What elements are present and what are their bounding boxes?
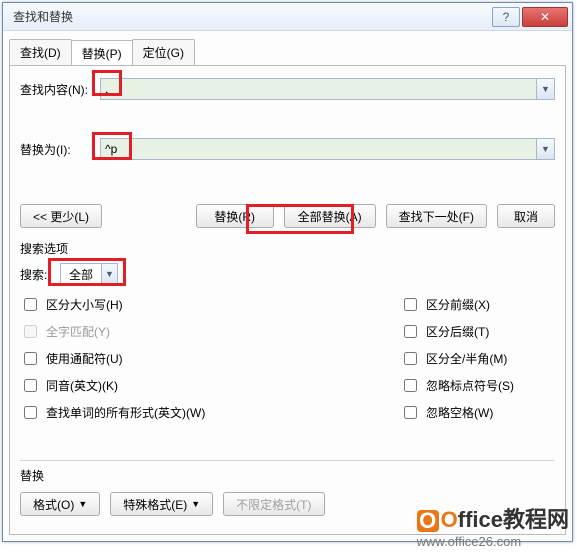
checkbox-columns: 区分大小写(H) 全字匹配(Y) 使用通配符(U) 同音(英文)(K) 查找单词的所有形… [20,295,555,430]
checkbox[interactable] [24,298,37,311]
checkbox-option[interactable]: 忽略标点符号(S) [400,376,555,395]
checkbox-label: 区分大小写(H) [46,296,123,313]
search-direction-select[interactable]: 全部 ▼ [60,263,118,285]
checkbox-label: 全字匹配(Y) [46,323,110,340]
checkbox-option[interactable]: 区分全/半角(M) [400,349,555,368]
no-format-button: 不限定格式(T) [223,492,324,516]
replace-button[interactable]: 替换(R) [196,204,274,228]
titlebar[interactable]: 查找和替换 ? ✕ [3,3,572,31]
find-input[interactable] [100,78,537,100]
close-button[interactable]: ✕ [522,7,568,27]
checkbox-option[interactable]: 查找单词的所有形式(英文)(W) [20,403,400,422]
checkbox[interactable] [404,325,417,338]
checkbox-label: 同音(英文)(K) [46,377,118,394]
checkbox-label: 忽略标点符号(S) [426,377,514,394]
find-dropdown-button[interactable]: ▼ [537,78,555,100]
checkbox[interactable] [24,379,37,392]
checkbox-label: 使用通配符(U) [46,350,123,367]
bottom-section-label: 替换 [20,467,555,484]
client-area: 查找(D) 替换(P) 定位(G) 查找内容(N): ▼ 替换为(I): ▼ [3,31,572,541]
search-direction-button[interactable]: ▼ [101,264,117,284]
window-title: 查找和替换 [7,8,490,25]
checkbox-label: 区分全/半角(M) [426,350,507,367]
checkbox[interactable] [404,379,417,392]
action-buttons: << 更少(L) 替换(R) 全部替换(A) 查找下一处(F) 取消 [20,198,555,236]
replace-label: 替换为(I): [20,141,100,158]
chevron-down-icon: ▼ [78,499,87,509]
checkbox[interactable] [404,298,417,311]
find-row: 查找内容(N): ▼ [20,78,555,100]
tab-replace[interactable]: 替换(P) [71,40,133,66]
find-label: 查找内容(N): [20,81,100,98]
replace-dropdown-button[interactable]: ▼ [537,138,555,160]
chevron-down-icon: ▼ [191,499,200,509]
checkbox-label: 区分后缀(T) [426,323,489,340]
checkbox[interactable] [404,406,417,419]
checkbox-option[interactable]: 区分前缀(X) [400,295,555,314]
format-button-label: 格式(O) [33,496,74,513]
tab-goto[interactable]: 定位(G) [132,39,195,65]
less-button[interactable]: << 更少(L) [20,204,102,228]
tab-find[interactable]: 查找(D) [9,39,72,65]
checkbox-option[interactable]: 区分后缀(T) [400,322,555,341]
checkbox[interactable] [404,352,417,365]
watermark: OOOffice教程网ffice教程网 www.office26.com [417,502,569,549]
checkbox-option[interactable]: 忽略空格(W) [400,403,555,422]
search-label: 搜索: [20,266,60,283]
checkbox[interactable] [24,406,37,419]
replace-row: 替换为(I): ▼ [20,138,555,160]
chevron-down-icon: ▼ [541,144,550,154]
checkbox-option[interactable]: 使用通配符(U) [20,349,400,368]
chevron-down-icon: ▼ [541,84,550,94]
checkbox-option[interactable]: 区分大小写(H) [20,295,400,314]
dialog-window: 查找和替换 ? ✕ 查找(D) 替换(P) 定位(G) 查找内容(N): ▼ 替… [2,2,573,542]
format-button[interactable]: 格式(O) ▼ [20,492,100,516]
tab-strip: 查找(D) 替换(P) 定位(G) [9,39,566,65]
replace-all-button[interactable]: 全部替换(A) [284,204,376,228]
watermark-url: www.office26.com [417,534,569,549]
find-next-button[interactable]: 查找下一处(F) [386,204,487,228]
checkbox-label: 忽略空格(W) [426,404,493,421]
chevron-down-icon: ▼ [105,269,114,279]
special-button-label: 特殊格式(E) [123,496,187,513]
replace-input[interactable] [100,138,537,160]
special-format-button[interactable]: 特殊格式(E) ▼ [110,492,213,516]
checkbox-label: 区分前缀(X) [426,296,490,313]
search-direction-row: 搜索: 全部 ▼ [20,263,555,285]
cancel-button[interactable]: 取消 [497,204,555,228]
checkbox-label: 查找单词的所有形式(英文)(W) [46,404,205,421]
options-section-label: 搜索选项 [20,240,555,257]
checkbox[interactable] [24,352,37,365]
help-button[interactable]: ? [492,7,520,27]
checkbox-option: 全字匹配(Y) [20,322,400,341]
watermark-icon: O [417,510,439,532]
checkbox-option[interactable]: 同音(英文)(K) [20,376,400,395]
tab-panel: 查找内容(N): ▼ 替换为(I): ▼ << 更少(L) 替换(R) [9,65,566,535]
window-buttons: ? ✕ [490,7,568,27]
search-direction-value: 全部 [61,266,101,283]
checkbox [24,325,37,338]
